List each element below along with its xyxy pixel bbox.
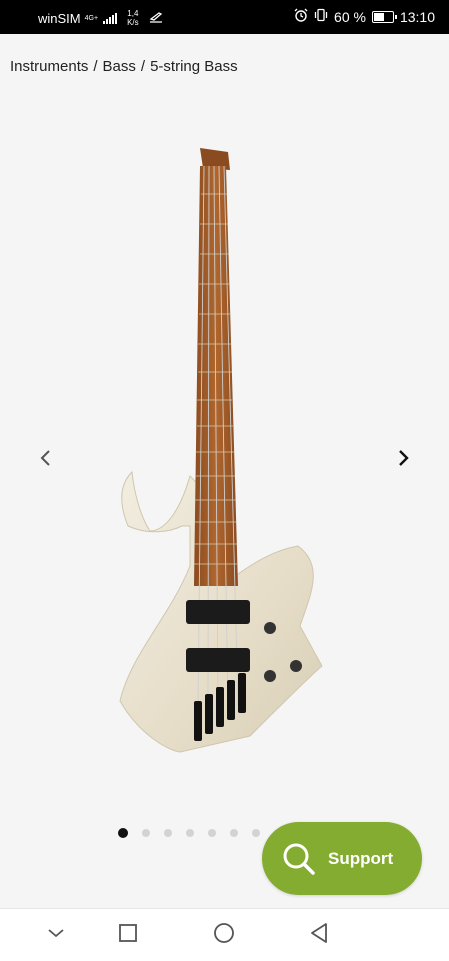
gallery-dot[interactable]	[142, 829, 150, 837]
gallery-dot[interactable]	[186, 829, 194, 837]
product-image-gallery[interactable]	[0, 100, 449, 860]
system-nav-bar	[0, 908, 449, 961]
gallery-dot[interactable]	[252, 829, 260, 837]
chevron-right-icon	[398, 449, 410, 472]
network-speed: 1,4 K/s	[127, 9, 139, 27]
battery-percent: 60 %	[334, 8, 366, 25]
breadcrumb-current: 5-string Bass	[150, 58, 238, 75]
back-triangle-icon	[309, 922, 329, 949]
nav-home-button[interactable]	[213, 922, 235, 949]
status-bar: winSIM 4G+ 1,4 K/s 60 % 13:10	[0, 0, 449, 34]
nav-collapse-button[interactable]	[45, 924, 67, 946]
gallery-pagination	[118, 828, 260, 838]
search-icon	[282, 842, 316, 876]
speed-unit: K/s	[127, 18, 139, 27]
vibrate-icon	[314, 8, 328, 25]
gallery-dot[interactable]	[230, 829, 238, 837]
support-label: Support	[328, 848, 394, 868]
alarm-icon	[294, 8, 308, 25]
gallery-dot[interactable]	[118, 828, 128, 838]
breadcrumb-separator: /	[93, 58, 98, 75]
home-circle-icon	[213, 922, 235, 949]
recents-square-icon	[118, 923, 138, 948]
status-right: 60 % 13:10	[294, 8, 435, 25]
nav-recents-button[interactable]	[117, 923, 139, 948]
breadcrumb-separator: /	[140, 58, 146, 75]
speed-value: 1,4	[127, 9, 139, 18]
clock: 13:10	[399, 8, 435, 25]
nav-back-button[interactable]	[308, 922, 330, 949]
status-left: winSIM 4G+ 1,4 K/s	[38, 9, 163, 27]
signal-icon	[103, 12, 118, 24]
battery-icon	[371, 10, 397, 23]
breadcrumb-instruments[interactable]: Instruments	[10, 58, 88, 75]
gallery-dot[interactable]	[164, 829, 172, 837]
gallery-dot[interactable]	[208, 829, 216, 837]
network-generation: 4G+	[84, 14, 99, 22]
gallery-next-button[interactable]	[392, 448, 416, 472]
support-button[interactable]: Support	[262, 822, 422, 895]
chevron-left-icon	[39, 449, 51, 472]
carrier-name: winSIM	[38, 10, 81, 26]
breadcrumb: Instruments / Bass/5-string Bass	[10, 58, 238, 75]
product-image	[119, 148, 323, 753]
gallery-prev-button[interactable]	[33, 448, 57, 472]
airplane-data-icon	[149, 11, 163, 26]
breadcrumb-bass[interactable]: Bass	[103, 58, 136, 75]
chevron-down-icon	[47, 926, 65, 944]
